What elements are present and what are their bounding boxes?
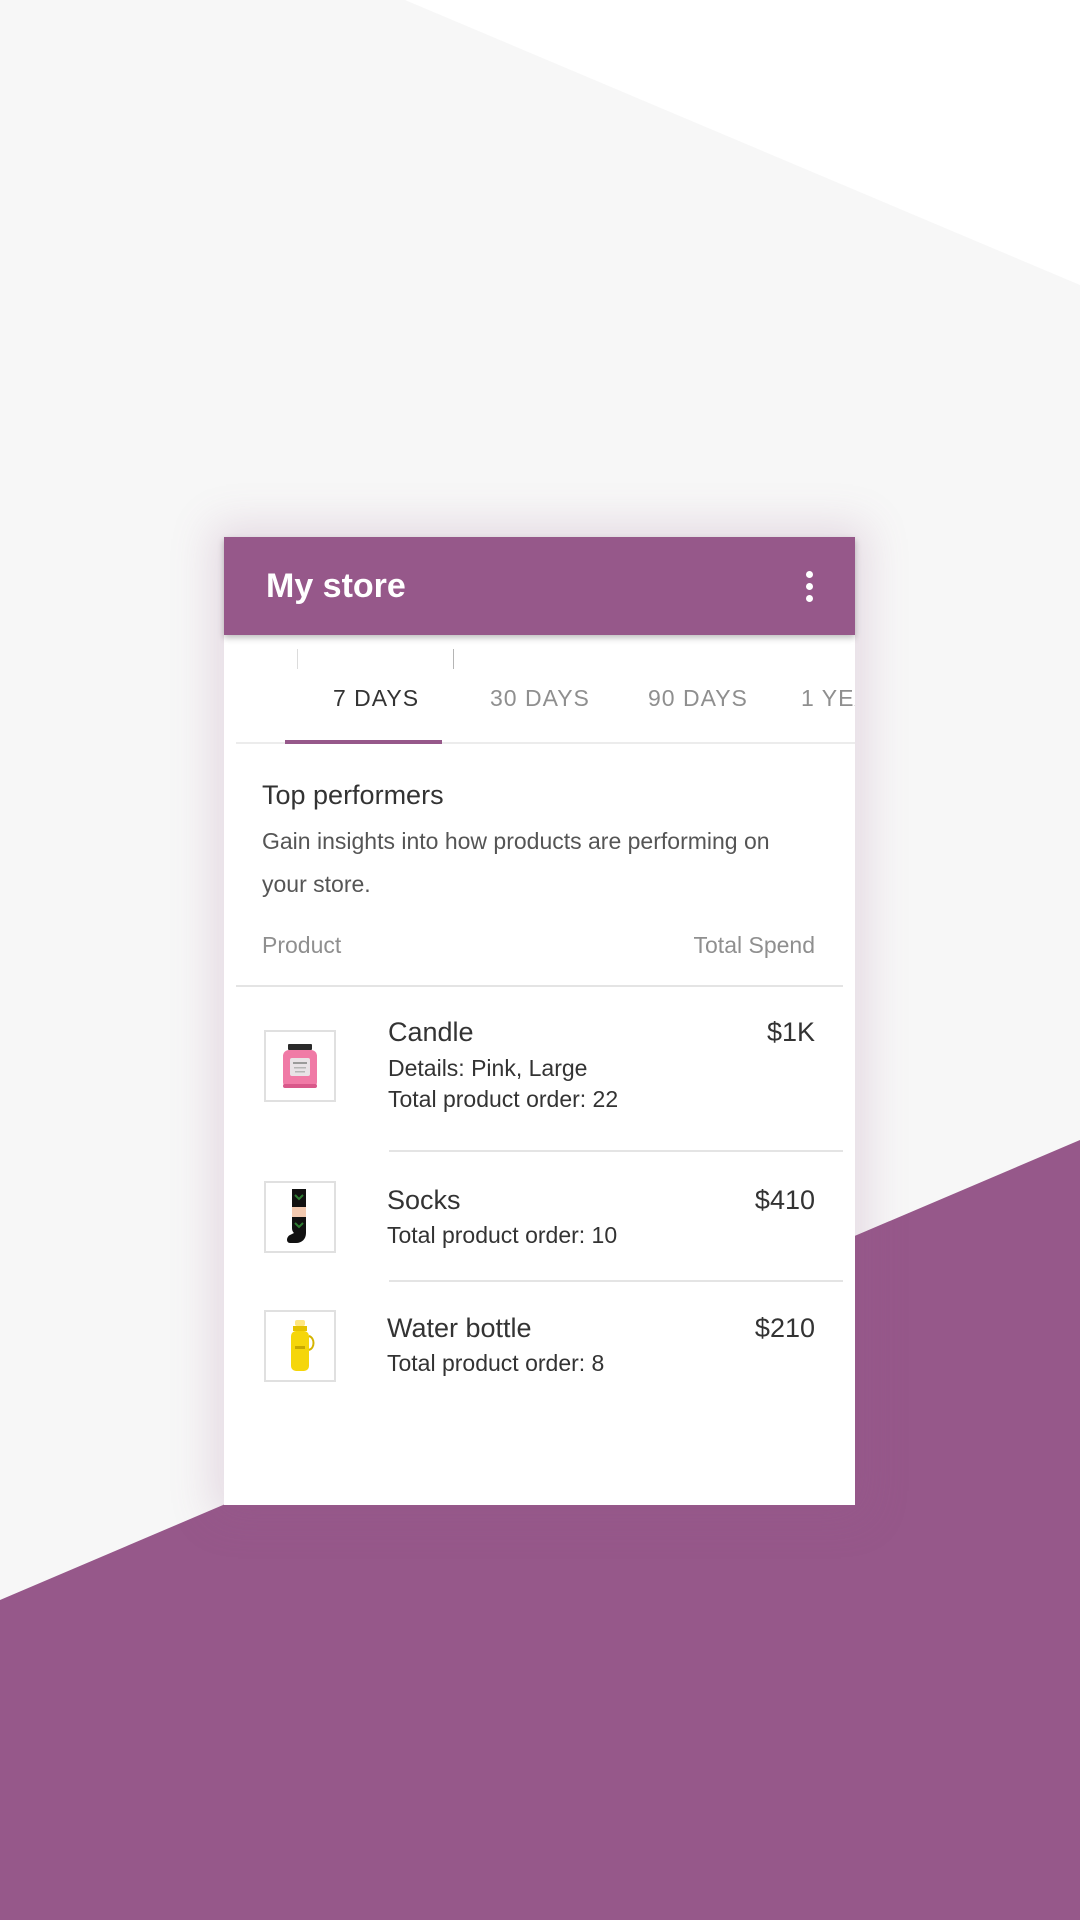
product-spend: $210 [754, 1313, 815, 1343]
divider [236, 985, 843, 987]
period-tabs: 7 DAYS 30 DAYS 90 DAYS 1 YEAR [236, 635, 855, 744]
tab-indicator [285, 740, 442, 744]
app-title: My store [266, 567, 406, 605]
product-orders: Total product order: 22 [388, 1086, 619, 1112]
product-details: Details: Pink, Large [388, 1055, 588, 1081]
product-orders: Total product order: 10 [387, 1222, 618, 1248]
candle-image [264, 1030, 336, 1102]
product-name: Socks [387, 1185, 461, 1215]
product-name: Water bottle [387, 1313, 532, 1343]
column-header-total-spend: Total Spend [693, 932, 815, 958]
water-bottle-image [264, 1310, 336, 1382]
product-name: Candle [388, 1017, 474, 1047]
more-vert-icon[interactable] [784, 559, 834, 613]
product-spend: $410 [754, 1185, 815, 1215]
tab-30-days[interactable]: 30 DAYS [490, 685, 590, 712]
tab-divider [453, 649, 454, 669]
tab-7-days[interactable]: 7 DAYS [333, 685, 419, 712]
socks-image [264, 1181, 336, 1253]
row-divider [389, 1150, 843, 1152]
tab-90-days[interactable]: 90 DAYS [648, 685, 748, 712]
app-bar: My store [224, 537, 855, 635]
column-header-product: Product [262, 932, 342, 958]
row-divider [389, 1280, 843, 1282]
product-orders: Total product order: 8 [387, 1350, 605, 1376]
tab-1-year[interactable]: 1 YEAR [801, 685, 855, 712]
tab-divider [297, 649, 298, 669]
section-subtitle: Gain insights into how products are perf… [262, 828, 770, 897]
product-spend: $1K [766, 1017, 815, 1047]
section-title: Top performers [262, 780, 444, 810]
store-card: My store 7 DAYS 30 DAYS 90 DAYS 1 YEAR T… [224, 537, 855, 1505]
